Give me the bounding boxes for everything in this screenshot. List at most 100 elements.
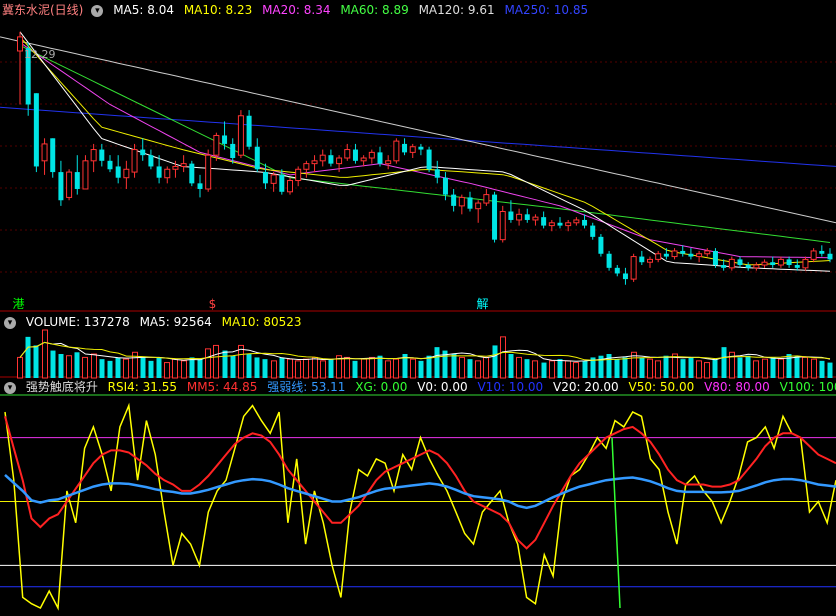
volume-bar (704, 362, 710, 379)
volume-bar (532, 360, 538, 379)
volume-bar (680, 359, 686, 378)
candle-body (336, 157, 343, 165)
volume-bar (156, 357, 162, 378)
candle-body (770, 262, 776, 266)
candle-body (499, 211, 506, 241)
volume-bar (50, 350, 56, 378)
candle-body (41, 143, 48, 162)
volume-bar (361, 358, 367, 379)
volume-bar (385, 360, 391, 379)
volume-bar (647, 358, 653, 379)
candle-body (548, 222, 555, 227)
volume-bar (205, 348, 211, 379)
volume-bar (467, 359, 473, 378)
xg-signal-line (611, 437, 621, 609)
ma250-label: MA250: 10.85 (504, 3, 589, 17)
volume-label: VOLUME: 137278 (25, 315, 130, 329)
ma-line-ma120 (0, 36, 836, 224)
candle-body (418, 146, 424, 150)
candle-body (66, 171, 73, 198)
candle-body (492, 194, 498, 240)
volume-bar (549, 360, 555, 379)
volume-bar (827, 362, 833, 378)
strength-line (4, 473, 836, 510)
volume-bar (778, 358, 784, 379)
volume-bar (434, 347, 440, 378)
candle-body (696, 253, 703, 258)
ma-line-ma250 (0, 106, 836, 167)
chart-stage: 冀东水泥(日线) ▾ MA5: 8.04 MA10: 8.23 MA20: 8.3… (0, 0, 836, 613)
volume-bar (377, 355, 383, 378)
candle-body (688, 253, 694, 257)
volume-bar (369, 356, 375, 379)
candle-body (115, 166, 121, 178)
candle-body (131, 149, 138, 173)
vol-ma10-label: MA10: 80523 (221, 315, 302, 329)
candle-body (541, 217, 547, 226)
candle-body (598, 236, 604, 254)
candle-body (565, 222, 572, 227)
candle-body (164, 168, 171, 179)
candle-body (74, 172, 80, 189)
candle-body (197, 183, 203, 189)
candle-body (107, 160, 113, 170)
candle-body (475, 202, 482, 210)
v100-label: V100: 100.00 (779, 380, 836, 394)
volume-bar (246, 354, 252, 378)
candle-body (786, 259, 792, 266)
candle-body (319, 154, 326, 162)
menu-circle-icon[interactable]: ▾ (91, 4, 104, 17)
candle-body (630, 256, 637, 280)
candle-body (360, 157, 367, 162)
volume-bar (451, 354, 457, 378)
candle-body (246, 115, 252, 147)
strength-line-label: 强弱线: 53.11 (267, 380, 346, 394)
volume-bar (565, 360, 571, 379)
volume-bar (181, 360, 187, 379)
candle-body (33, 93, 39, 167)
volume-bar (524, 359, 530, 378)
candle-body (483, 194, 490, 204)
volume-bar (189, 357, 195, 378)
stock-chart-svg (0, 31, 836, 611)
candle-body (606, 253, 612, 268)
volume-bar (222, 350, 228, 378)
high-price-label: 12.29 (24, 48, 56, 61)
candle-body (663, 253, 669, 257)
volume-bar (17, 356, 23, 379)
volume-bar (582, 360, 588, 378)
menu-circle-icon[interactable]: ▾ (4, 316, 16, 329)
candle-body (802, 258, 809, 269)
volume-bar (99, 359, 105, 378)
candle-body (827, 253, 833, 260)
candle-body (582, 219, 588, 226)
candle-body (819, 250, 825, 254)
volume-bar (762, 358, 768, 379)
price-header: 冀东水泥(日线) ▾ MA5: 8.04 MA10: 8.23 MA20: 8.3… (2, 1, 594, 19)
candle-body (99, 149, 105, 161)
volume-bar (557, 359, 563, 378)
volume-bar (802, 356, 808, 379)
ma120-label: MA120: 9.61 (418, 3, 495, 17)
indicator-name: 强势触底将升 (25, 380, 98, 394)
volume-bar (712, 359, 718, 378)
volume-bar (745, 355, 751, 378)
volume-bar (819, 360, 825, 378)
candle-body (434, 169, 440, 178)
rsi4-line (4, 402, 836, 611)
volume-bar (721, 347, 727, 378)
volume-bar (426, 355, 432, 378)
v10-label: V10: 10.00 (477, 380, 544, 394)
candle-body (467, 197, 473, 209)
candle-body (148, 155, 154, 167)
volume-bar (262, 359, 268, 378)
candle-body (777, 258, 784, 266)
candle-body (377, 152, 383, 164)
menu-circle-icon[interactable]: ▾ (4, 381, 16, 394)
volume-bar (344, 356, 350, 379)
candle-body (254, 146, 260, 170)
ma20-label: MA20: 8.34 (262, 3, 331, 17)
candle-body (761, 261, 768, 266)
volume-bar (516, 356, 522, 379)
volume-bar (107, 360, 113, 378)
